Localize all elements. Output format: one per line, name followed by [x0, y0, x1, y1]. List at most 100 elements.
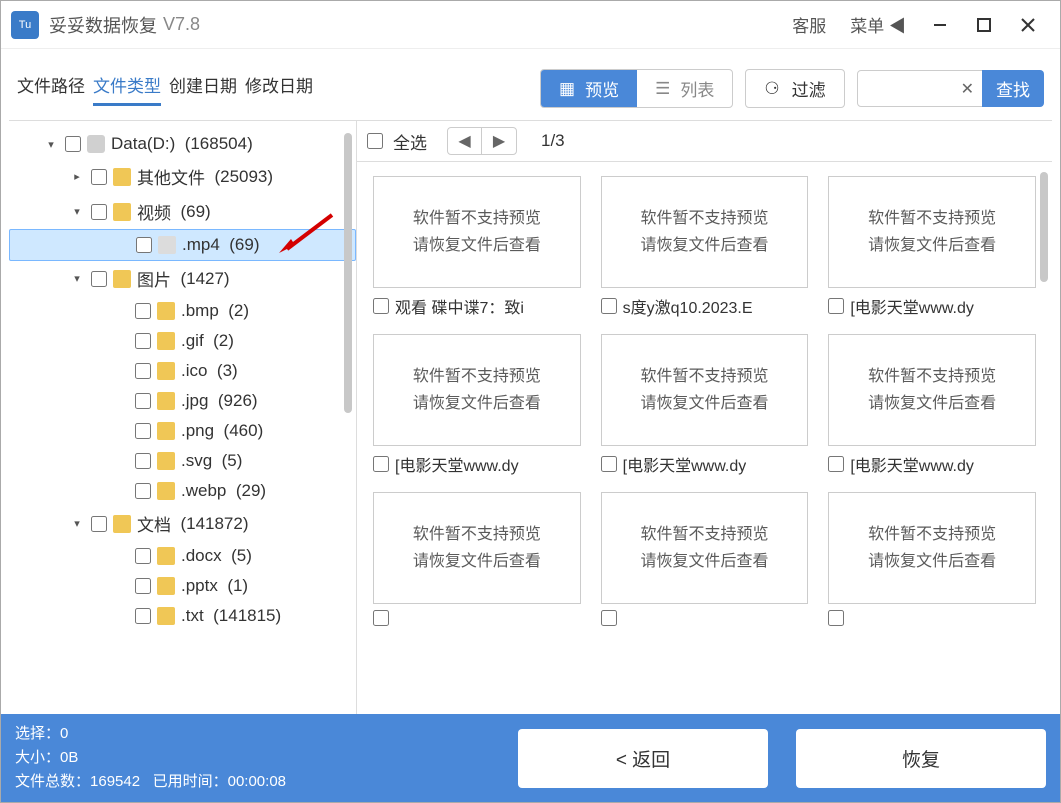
tree-node-document[interactable]: ▾文档 (141872) — [9, 506, 356, 541]
prev-page-button[interactable]: ◀ — [448, 128, 482, 154]
close-button[interactable] — [1006, 5, 1050, 45]
tree-node-webp[interactable]: .webp (29) — [9, 476, 356, 506]
app-window: Tu 妥妥数据恢复 V7.8 客服 菜单 ◀ 文件路径 文件类型 创建日期 修改… — [0, 0, 1061, 803]
preview-pane: 全选 ◀ ▶ 1/3 软件暂不支持预览请恢复文件后查看观看 碟中谍7：致i 软件… — [357, 121, 1052, 714]
select-all-label: 全选 — [393, 129, 427, 154]
tree-node-jpg[interactable]: .jpg (926) — [9, 386, 356, 416]
thumbnail-card[interactable]: 软件暂不支持预览请恢复文件后查看s度y激q10.2023.E — [601, 176, 809, 318]
folder-icon — [157, 362, 175, 380]
file-type-tree: ▾Data(D:) (168504) ▸其他文件 (25093) ▾视频 (69… — [9, 121, 356, 714]
back-button[interactable]: < 返回 — [518, 729, 768, 788]
thumbnail-card[interactable]: 软件暂不支持预览请恢复文件后查看 — [373, 492, 581, 626]
tree-node-png[interactable]: .png (460) — [9, 416, 356, 446]
file-checkbox[interactable] — [601, 610, 617, 626]
filter-button[interactable]: ⚆过滤 — [745, 69, 844, 108]
tree-node-svg[interactable]: .svg (5) — [9, 446, 356, 476]
tree-checkbox[interactable] — [135, 423, 151, 439]
tree-checkbox[interactable] — [135, 453, 151, 469]
tab-created-date[interactable]: 创建日期 — [169, 72, 237, 106]
tree-node-video[interactable]: ▾视频 (69) — [9, 194, 356, 229]
clear-search-icon[interactable]: ✕ — [961, 79, 974, 99]
folder-icon — [157, 577, 175, 595]
thumbnail-card[interactable]: 软件暂不支持预览请恢复文件后查看 — [601, 492, 809, 626]
app-title: 妥妥数据恢复 — [49, 12, 157, 38]
tree-node-image[interactable]: ▾图片 (1427) — [9, 261, 356, 296]
tree-node-gif[interactable]: .gif (2) — [9, 326, 356, 356]
file-checkbox[interactable] — [828, 456, 844, 472]
folder-icon — [113, 168, 131, 186]
tree-checkbox[interactable] — [135, 333, 151, 349]
tree-checkbox[interactable] — [135, 363, 151, 379]
tab-file-type[interactable]: 文件类型 — [93, 72, 161, 106]
folder-icon — [157, 392, 175, 410]
tree-checkbox[interactable] — [136, 237, 152, 253]
file-name: s度y激q10.2023.E — [623, 294, 753, 318]
preview-scrollbar[interactable] — [1040, 172, 1048, 282]
toolbar: 文件路径 文件类型 创建日期 修改日期 ▦预览 ☰列表 ⚆过滤 ✕ 查找 — [1, 49, 1060, 120]
tree-checkbox[interactable] — [65, 136, 81, 152]
tree-checkbox[interactable] — [91, 271, 107, 287]
folder-icon — [157, 482, 175, 500]
chevron-down-icon[interactable]: ▾ — [69, 205, 85, 218]
preview-header: 全选 ◀ ▶ 1/3 — [357, 121, 1052, 162]
file-checkbox[interactable] — [601, 456, 617, 472]
next-page-button[interactable]: ▶ — [482, 128, 516, 154]
tree-checkbox[interactable] — [91, 204, 107, 220]
file-checkbox[interactable] — [828, 298, 844, 314]
file-name: [电影天堂www.dy — [395, 452, 519, 476]
chevron-down-icon[interactable]: ▾ — [69, 517, 85, 530]
tree-checkbox[interactable] — [135, 608, 151, 624]
search-button[interactable]: 查找 — [982, 70, 1044, 107]
tab-file-path[interactable]: 文件路径 — [17, 72, 85, 106]
tree-checkbox[interactable] — [135, 393, 151, 409]
tree-node-other[interactable]: ▸其他文件 (25093) — [9, 159, 356, 194]
select-all-checkbox[interactable] — [367, 133, 383, 149]
menu-link[interactable]: 菜单 ◀ — [850, 12, 906, 37]
tree-checkbox[interactable] — [91, 516, 107, 532]
tree-checkbox[interactable] — [135, 578, 151, 594]
thumbnail-card[interactable]: 软件暂不支持预览请恢复文件后查看[电影天堂www.dy — [601, 334, 809, 476]
chevron-down-icon[interactable]: ▾ — [43, 138, 59, 151]
funnel-icon: ⚆ — [764, 79, 779, 99]
thumbnail-card[interactable]: 软件暂不支持预览请恢复文件后查看观看 碟中谍7：致i — [373, 176, 581, 318]
maximize-button[interactable] — [962, 5, 1006, 45]
tree-node-bmp[interactable]: .bmp (2) — [9, 296, 356, 326]
folder-icon — [157, 547, 175, 565]
tree-node-docx[interactable]: .docx (5) — [9, 541, 356, 571]
thumbnail-card[interactable]: 软件暂不支持预览请恢复文件后查看[电影天堂www.dy — [373, 334, 581, 476]
thumbnail-card[interactable]: 软件暂不支持预览请恢复文件后查看[电影天堂www.dy — [828, 176, 1036, 318]
tree-node-drive[interactable]: ▾Data(D:) (168504) — [9, 129, 356, 159]
file-checkbox[interactable] — [373, 298, 389, 314]
file-checkbox[interactable] — [373, 610, 389, 626]
file-checkbox[interactable] — [828, 610, 844, 626]
thumbnail-card[interactable]: 软件暂不支持预览请恢复文件后查看[电影天堂www.dy — [828, 334, 1036, 476]
tree-scrollbar[interactable] — [344, 133, 352, 413]
tree-checkbox[interactable] — [135, 483, 151, 499]
viewmode-preview[interactable]: ▦预览 — [541, 70, 637, 107]
tree-checkbox[interactable] — [135, 548, 151, 564]
folder-icon — [157, 607, 175, 625]
chevron-down-icon[interactable]: ▾ — [69, 272, 85, 285]
tree-checkbox[interactable] — [91, 169, 107, 185]
thumbnail-card[interactable]: 软件暂不支持预览请恢复文件后查看 — [828, 492, 1036, 626]
file-checkbox[interactable] — [601, 298, 617, 314]
support-link[interactable]: 客服 — [792, 12, 826, 37]
tree-checkbox[interactable] — [135, 303, 151, 319]
tree-node-txt[interactable]: .txt (141815) — [9, 601, 356, 631]
viewmode-list[interactable]: ☰列表 — [637, 70, 732, 107]
thumbnail-grid: 软件暂不支持预览请恢复文件后查看观看 碟中谍7：致i 软件暂不支持预览请恢复文件… — [357, 162, 1052, 640]
recover-button[interactable]: 恢复 — [796, 729, 1046, 788]
tree-node-ico[interactable]: .ico (3) — [9, 356, 356, 386]
minimize-button[interactable] — [918, 5, 962, 45]
status-text: 选择：0 大小：0B 文件总数：169542 已用时间：00:00:08 — [15, 722, 286, 794]
tree-node-pptx[interactable]: .pptx (1) — [9, 571, 356, 601]
file-name: [电影天堂www.dy — [623, 452, 747, 476]
file-icon — [158, 236, 176, 254]
folder-icon — [157, 332, 175, 350]
tree-node-mp4[interactable]: .mp4 (69) — [9, 229, 356, 261]
file-checkbox[interactable] — [373, 456, 389, 472]
file-name: [电影天堂www.dy — [850, 294, 974, 318]
chevron-right-icon[interactable]: ▸ — [69, 170, 85, 183]
search-group: ✕ 查找 — [857, 70, 1044, 107]
tab-modified-date[interactable]: 修改日期 — [245, 72, 313, 106]
